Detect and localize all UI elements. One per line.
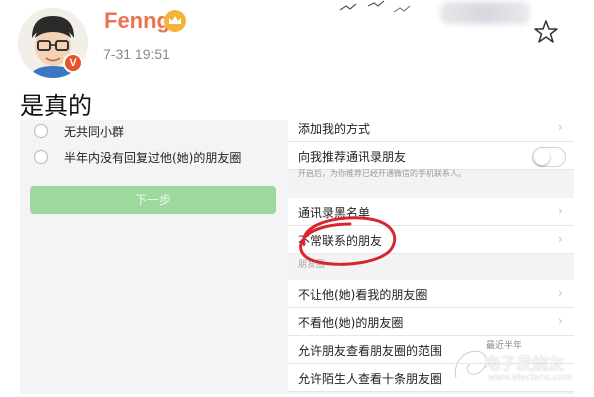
option-label: 无共同小群 xyxy=(64,124,125,139)
hint-text: 开启后，为你推荐已经开通微信的手机联系人。 xyxy=(298,169,466,178)
settings-label: 允许陌生人查看十条朋友圈 xyxy=(298,372,443,386)
star-icon[interactable] xyxy=(533,19,559,45)
option-row[interactable]: 半年内没有回复过他(她)的朋友圈 xyxy=(34,146,241,168)
settings-row-add-me[interactable]: 添加我的方式 › xyxy=(288,120,574,142)
post-text: 是真的 xyxy=(20,92,92,120)
settings-label: 不让他(她)看我的朋友圈 xyxy=(298,288,428,302)
settings-row-dont-let-see[interactable]: 不让他(她)看我的朋友圈 › xyxy=(288,280,574,308)
chevron-right-icon: › xyxy=(558,120,563,134)
settings-label: 添加我的方式 xyxy=(298,122,371,136)
toggle-switch[interactable] xyxy=(532,147,566,167)
chevron-right-icon: › xyxy=(558,204,563,218)
birds-icon xyxy=(338,0,438,20)
username[interactable]: Fenng xyxy=(104,8,170,34)
settings-label: 不看他(她)的朋友圈 xyxy=(298,316,404,330)
settings-row-recommend[interactable]: 向我推荐通讯录朋友 xyxy=(288,142,574,170)
chevron-right-icon: › xyxy=(558,314,563,328)
verified-badge: V xyxy=(63,53,83,73)
radio-button[interactable] xyxy=(34,124,48,138)
radio-button[interactable] xyxy=(34,150,48,164)
watermark-text: 电子发烧友 xyxy=(484,354,565,373)
option-row[interactable]: 无共同小群 xyxy=(34,120,124,142)
toggle-knob xyxy=(534,149,550,165)
post-time: 7-31 19:51 xyxy=(103,46,170,62)
chevron-right-icon: › xyxy=(558,286,563,300)
crown-icon xyxy=(164,10,186,32)
blurred-area xyxy=(440,2,530,24)
settings-label: 允许朋友查看朋友圈的范围 xyxy=(298,344,443,358)
settings-row-dont-see[interactable]: 不看他(她)的朋友圈 › xyxy=(288,308,574,336)
annotation-circle xyxy=(299,216,397,266)
settings-label: 向我推荐通讯录朋友 xyxy=(298,150,407,164)
chevron-right-icon: › xyxy=(558,232,563,246)
watermark-url: www.elecfans.com xyxy=(488,373,572,383)
left-pane: 无共同小群 半年内没有回复过他(她)的朋友圈 下一步 xyxy=(20,120,288,394)
option-label: 半年内没有回复过他(她)的朋友圈 xyxy=(64,150,242,165)
next-button[interactable]: 下一步 xyxy=(30,186,276,214)
